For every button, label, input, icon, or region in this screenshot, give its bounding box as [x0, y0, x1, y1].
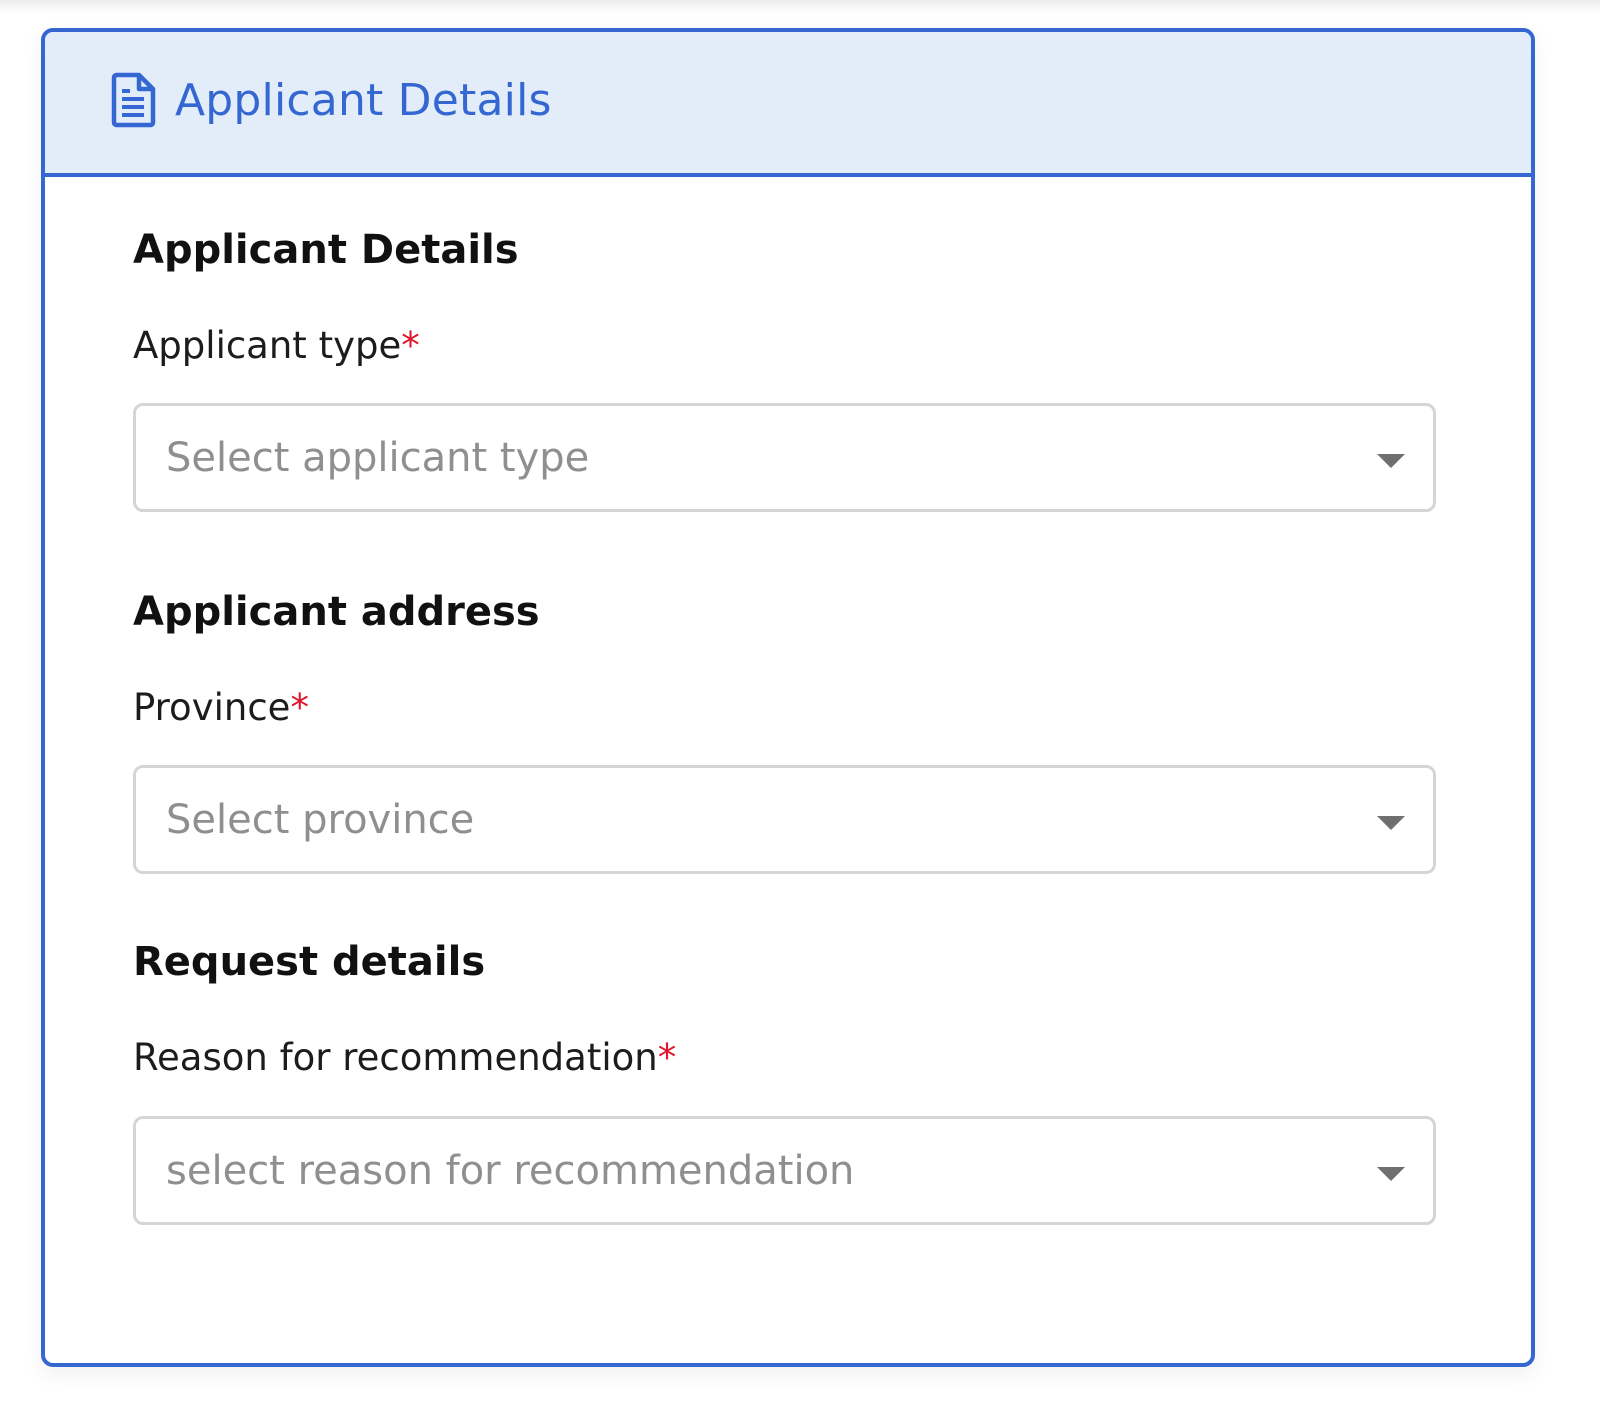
- required-asterisk: *: [290, 686, 309, 729]
- chevron-down-icon: [1377, 1167, 1405, 1181]
- province-label: Province*: [133, 685, 309, 731]
- reason-label-text: Reason for recommendation: [133, 1036, 658, 1079]
- top-shadow: [0, 0, 1600, 14]
- reason-for-recommendation-label: Reason for recommendation*: [133, 1035, 676, 1081]
- reason-for-recommendation-select[interactable]: select reason for recommendation: [133, 1116, 1436, 1225]
- section-heading-request-details: Request details: [133, 939, 486, 985]
- panel-title: Applicant Details: [175, 75, 552, 126]
- required-asterisk: *: [657, 1036, 677, 1079]
- applicant-type-placeholder: Select applicant type: [166, 435, 590, 481]
- chevron-down-icon: [1377, 454, 1405, 468]
- chevron-down-icon: [1377, 816, 1405, 830]
- applicant-details-panel: Applicant Details Applicant Details Appl…: [41, 28, 1535, 1367]
- province-label-text: Province: [133, 686, 291, 729]
- province-placeholder: Select province: [166, 797, 475, 843]
- required-asterisk: *: [401, 324, 420, 367]
- province-select[interactable]: Select province: [133, 765, 1436, 874]
- panel-header: Applicant Details: [45, 32, 1531, 177]
- document-icon: [111, 72, 157, 128]
- section-heading-applicant-address: Applicant address: [133, 589, 540, 635]
- section-heading-applicant-details: Applicant Details: [133, 227, 519, 273]
- reason-placeholder: select reason for recommendation: [166, 1148, 855, 1194]
- applicant-type-select[interactable]: Select applicant type: [133, 403, 1436, 512]
- applicant-type-label-text: Applicant type: [133, 324, 402, 367]
- applicant-type-label: Applicant type*: [133, 323, 420, 369]
